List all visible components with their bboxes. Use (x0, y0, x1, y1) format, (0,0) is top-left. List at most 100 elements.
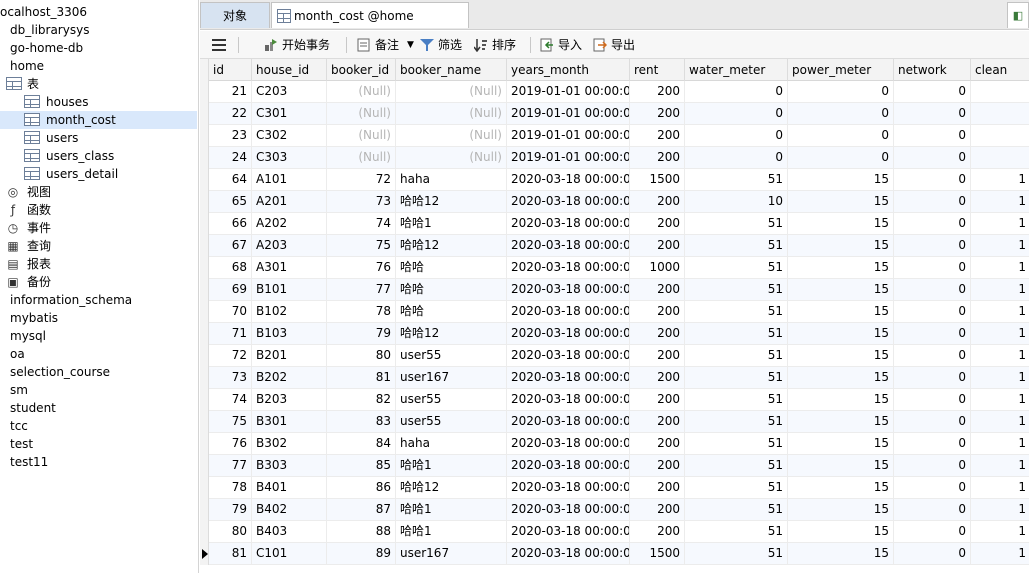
cell-rent[interactable]: 200 (630, 455, 685, 477)
cell-booker-id[interactable]: 72 (327, 169, 396, 191)
cell-years-month[interactable]: 2020-03-18 00:00:00 (507, 367, 630, 389)
column-header-water-meter[interactable]: water_meter (685, 59, 788, 81)
cell-power-meter[interactable]: 15 (788, 301, 894, 323)
cell-rent[interactable]: 200 (630, 433, 685, 455)
cell-booker-id[interactable]: (Null) (327, 125, 396, 147)
cell-water-meter[interactable]: 51 (685, 521, 788, 543)
cell-id[interactable]: 73 (209, 367, 252, 389)
cell-house-id[interactable]: C303 (252, 147, 327, 169)
cell-house-id[interactable]: B101 (252, 279, 327, 301)
cell-power-meter[interactable]: 15 (788, 367, 894, 389)
cell-rent[interactable]: 200 (630, 389, 685, 411)
cell-network[interactable]: 0 (894, 411, 971, 433)
cell-rent[interactable]: 200 (630, 411, 685, 433)
cell-booker-name[interactable]: 哈哈1 (396, 521, 507, 543)
cell-power-meter[interactable]: 15 (788, 191, 894, 213)
sidebar-item-selection_course[interactable]: selection_course (0, 363, 197, 381)
table-row[interactable]: 66 A202 74 哈哈1 2020-03-18 00:00:00 200 51 15 0 1 (200, 213, 1029, 235)
cell-booker-id[interactable]: (Null) (327, 81, 396, 103)
row-marker[interactable] (200, 323, 209, 345)
cell-house-id[interactable]: A301 (252, 257, 327, 279)
tab-objects[interactable]: 对象 (200, 2, 270, 28)
cell-water-meter[interactable]: 0 (685, 81, 788, 103)
tab-month-cost[interactable]: month_cost @home (localh... (271, 2, 469, 28)
cell-clean[interactable]: 1 (971, 345, 1029, 367)
cell-booker-name[interactable]: 哈哈12 (396, 235, 507, 257)
cell-booker-name[interactable]: 哈哈 (396, 301, 507, 323)
column-header-rent[interactable]: rent (630, 59, 685, 81)
cell-booker-name[interactable]: user167 (396, 543, 507, 565)
sidebar-item-month_cost[interactable]: month_cost (0, 111, 197, 129)
cell-power-meter[interactable]: 15 (788, 345, 894, 367)
table-row[interactable]: 64 A101 72 haha 2020-03-18 00:00:00 1500 51 15 0… (200, 169, 1029, 191)
column-header-id[interactable]: id (209, 59, 252, 81)
cell-power-meter[interactable]: 15 (788, 169, 894, 191)
column-header-booker-id[interactable]: booker_id (327, 59, 396, 81)
cell-id[interactable]: 69 (209, 279, 252, 301)
begin-transaction-button[interactable]: 开始事务 (264, 35, 344, 55)
cell-water-meter[interactable]: 0 (685, 147, 788, 169)
cell-network[interactable]: 0 (894, 389, 971, 411)
cell-rent[interactable]: 1500 (630, 543, 685, 565)
cell-booker-name[interactable]: 哈哈1 (396, 499, 507, 521)
row-marker[interactable] (200, 301, 209, 323)
cell-booker-name[interactable]: (Null) (396, 81, 507, 103)
cell-booker-id[interactable]: 81 (327, 367, 396, 389)
row-marker[interactable] (200, 257, 209, 279)
row-marker[interactable] (200, 345, 209, 367)
cell-power-meter[interactable]: 15 (788, 213, 894, 235)
cell-booker-id[interactable]: (Null) (327, 103, 396, 125)
sidebar-item-home[interactable]: home (0, 57, 197, 75)
row-marker[interactable] (200, 147, 209, 169)
cell-network[interactable]: 0 (894, 301, 971, 323)
table-row[interactable]: 71 B103 79 哈哈12 2020-03-18 00:00:00 200 51 15 0 1 (200, 323, 1029, 345)
table-row[interactable]: 22 C301 (Null) (Null) 2019-01-01 00:00:00 200… (200, 103, 1029, 125)
cell-years-month[interactable]: 2020-03-18 00:00:00 (507, 433, 630, 455)
row-marker[interactable] (200, 169, 209, 191)
cell-booker-id[interactable]: 89 (327, 543, 396, 565)
row-marker[interactable] (200, 235, 209, 257)
cell-power-meter[interactable]: 0 (788, 147, 894, 169)
sidebar-item--[interactable]: 表 (0, 75, 197, 93)
note-button[interactable]: 备注 ▼ (357, 35, 417, 55)
cell-network[interactable]: 0 (894, 455, 971, 477)
cell-booker-id[interactable]: 87 (327, 499, 396, 521)
column-header-power-meter[interactable]: power_meter (788, 59, 894, 81)
cell-booker-name[interactable]: (Null) (396, 125, 507, 147)
cell-rent[interactable]: 1000 (630, 257, 685, 279)
cell-years-month[interactable]: 2020-03-18 00:00:00 (507, 477, 630, 499)
cell-power-meter[interactable]: 0 (788, 125, 894, 147)
cell-id[interactable]: 76 (209, 433, 252, 455)
cell-rent[interactable]: 200 (630, 345, 685, 367)
table-row[interactable]: 78 B401 86 哈哈12 2020-03-18 00:00:00 200 51 15 0 1 (200, 477, 1029, 499)
sidebar-item-users[interactable]: users (0, 129, 197, 147)
cell-water-meter[interactable]: 51 (685, 367, 788, 389)
sidebar-item-sm[interactable]: sm (0, 381, 197, 399)
cell-id[interactable]: 71 (209, 323, 252, 345)
cell-network[interactable]: 0 (894, 147, 971, 169)
cell-id[interactable]: 64 (209, 169, 252, 191)
cell-booker-id[interactable]: 74 (327, 213, 396, 235)
sidebar-item-student[interactable]: student (0, 399, 197, 417)
row-marker[interactable] (200, 103, 209, 125)
cell-house-id[interactable]: C301 (252, 103, 327, 125)
cell-water-meter[interactable]: 0 (685, 125, 788, 147)
cell-booker-name[interactable]: 哈哈12 (396, 191, 507, 213)
table-row[interactable]: 75 B301 83 user55 2020-03-18 00:00:00 200 51 15… (200, 411, 1029, 433)
sort-button[interactable]: 排序 (474, 35, 524, 55)
table-row[interactable]: 81 C101 89 user167 2020-03-18 00:00:00 1500 51… (200, 543, 1029, 565)
cell-house-id[interactable]: B103 (252, 323, 327, 345)
sidebar-item-tcc[interactable]: tcc (0, 417, 197, 435)
cell-power-meter[interactable]: 15 (788, 455, 894, 477)
cell-id[interactable]: 21 (209, 81, 252, 103)
cell-booker-name[interactable]: 哈哈1 (396, 455, 507, 477)
cell-booker-name[interactable]: 哈哈12 (396, 477, 507, 499)
row-marker[interactable] (200, 477, 209, 499)
cell-network[interactable]: 0 (894, 499, 971, 521)
cell-booker-name[interactable]: user55 (396, 345, 507, 367)
column-header-clean[interactable]: clean (971, 59, 1029, 81)
cell-clean[interactable]: 1 (971, 411, 1029, 433)
cell-water-meter[interactable]: 51 (685, 411, 788, 433)
cell-id[interactable]: 68 (209, 257, 252, 279)
cell-years-month[interactable]: 2020-03-18 00:00:00 (507, 345, 630, 367)
